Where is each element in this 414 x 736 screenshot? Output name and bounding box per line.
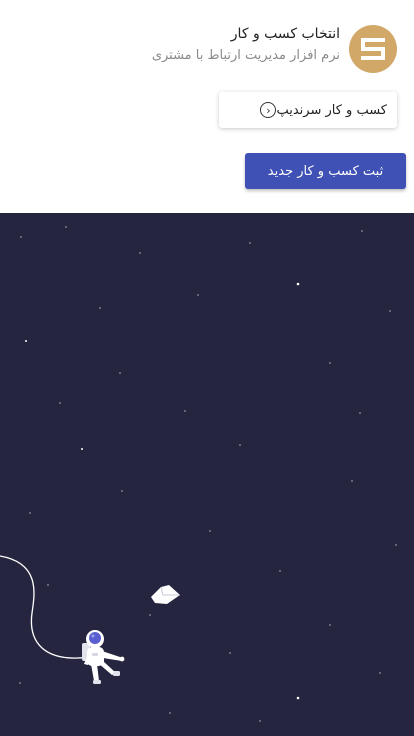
business-item-serendip[interactable]: کسب و کار سرندیپ ‹ [219,92,397,128]
page-title: انتخاب کسب و کار [230,26,340,42]
page-subtitle: نرم افزار مدیریت ارتباط با مشتری [151,48,340,63]
astronaut [82,630,125,684]
paper-plane [151,585,180,604]
new-business-button[interactable]: ثبت کسب و کار جدید [245,153,406,189]
astronaut-illustration [0,226,397,722]
stars [19,226,397,722]
business-item-label: کسب و کار سرندیپ [276,102,387,118]
space-illustration [0,213,414,736]
chevron-left-circle-icon: ‹ [260,102,277,118]
header: انتخاب کسب و کار نرم افزار مدیریت ارتباط… [0,0,414,213]
app-logo-icon [349,25,397,73]
